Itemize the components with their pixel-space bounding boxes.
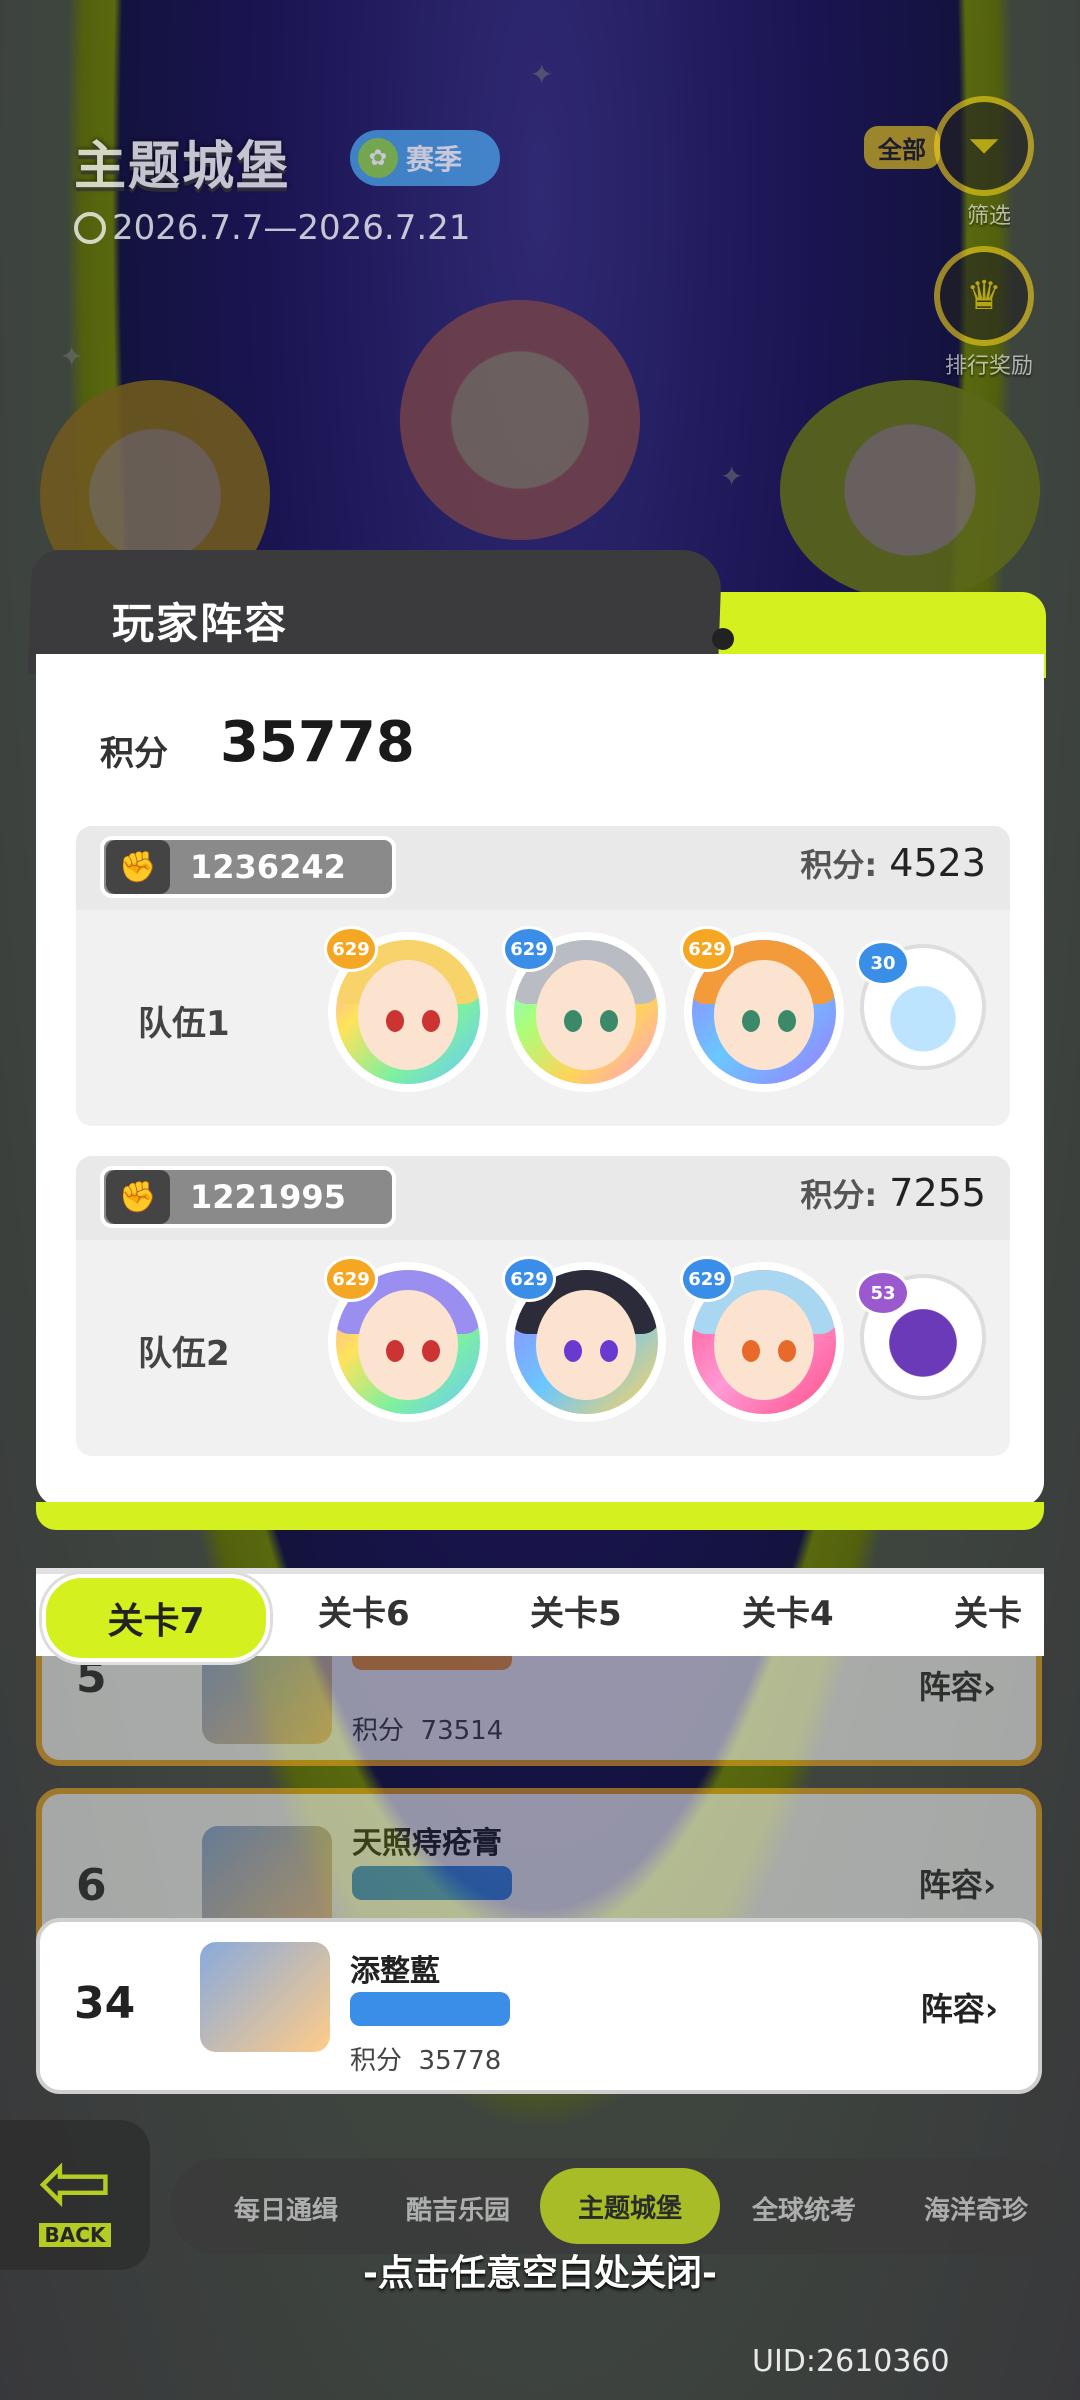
lineup-label: 阵容 [918, 1866, 983, 1904]
stage-tabs: 关卡7 关卡6 关卡5 关卡4 关卡 [36, 1568, 1044, 1662]
team-points-label: 积分: [800, 1176, 878, 1214]
page-title: 主题城堡 [74, 137, 291, 197]
back-arrow-icon: ⇦ [37, 2130, 113, 2235]
rank-reward-button[interactable]: ♛ [934, 246, 1034, 346]
hero-level-badge: 629 [324, 1256, 378, 1302]
close-hint: -点击任意空白处关闭- [363, 2253, 717, 2294]
rank-reward-label: 排行奖励 [944, 354, 1033, 379]
hero-level-badge: 629 [502, 926, 556, 972]
filter-tag[interactable]: 全部 [864, 126, 940, 169]
team-points: 积分: 4523 [800, 840, 986, 886]
nav-kuji-park[interactable]: 酷吉乐园 [406, 2190, 510, 2227]
row-score-value: 73514 [420, 1716, 504, 1746]
modal-title: 玩家阵容 [112, 599, 289, 648]
row-score-value: 35778 [418, 2046, 502, 2076]
season-icon: ✿ [358, 138, 398, 178]
lineup-link[interactable]: 阵容› [921, 1984, 998, 2030]
row-score: 积分 73514 [352, 1710, 503, 1747]
team-points: 积分: 7255 [800, 1170, 986, 1216]
hero-eye [778, 1340, 796, 1362]
fist-icon: ✊ [106, 840, 170, 894]
row-score-label: 积分 [352, 1716, 405, 1746]
rank-number: 34 [74, 1978, 136, 2029]
team-name: 队伍2 [138, 1334, 230, 1374]
bottom-nav: 每日通缉 酷吉乐园 主题城堡 全球统考 海洋奇珍 [170, 2158, 1070, 2254]
rank-number: 6 [76, 1860, 107, 1911]
row-score-label: 积分 [350, 2046, 403, 2076]
hero-eye [564, 1340, 582, 1362]
player-name: 天照痔疮膏 [352, 1826, 502, 1861]
hero-face [536, 1290, 636, 1400]
nav-theme-castle[interactable]: 主题城堡 [540, 2168, 720, 2244]
lineup-label: 阵容 [920, 1990, 985, 2028]
team-card: ✊ 1221995 积分: 7255 队伍2 629 629 629 53 [76, 1156, 1010, 1456]
user-id: UID:2610360 [752, 2344, 950, 2379]
hero-level-badge: 629 [680, 926, 734, 972]
hero-eye [742, 1340, 760, 1362]
hero-face [536, 960, 636, 1070]
hero-level-badge: 629 [502, 1256, 556, 1302]
player-title-badge [350, 1992, 510, 2026]
hero-level-badge: 629 [680, 1256, 734, 1302]
player-id-chip: ✊ 1221995 [100, 1166, 396, 1228]
tab-stage-6[interactable]: 关卡6 [318, 1586, 410, 1635]
season-badge: ✿ 赛季 [350, 130, 500, 186]
fist-icon: ✊ [106, 1170, 170, 1224]
hero-level-badge: 629 [324, 926, 378, 972]
hero-eye [422, 1340, 440, 1362]
team-card: ✊ 1236242 积分: 4523 队伍1 629 629 629 30 [76, 826, 1010, 1126]
hero-eye [564, 1010, 582, 1032]
nav-global-exam[interactable]: 全球统考 [752, 2190, 856, 2227]
player-avatar [200, 1942, 330, 2052]
tab-stage-5[interactable]: 关卡5 [530, 1586, 622, 1635]
drip-decoration [712, 628, 734, 650]
date-range: 2026.7.7—2026.7.21 [74, 208, 470, 248]
tab-stage-4[interactable]: 关卡4 [742, 1586, 834, 1635]
total-score-value: 35778 [220, 710, 415, 775]
team-points-label: 积分: [800, 846, 878, 884]
drip-decoration [670, 620, 710, 644]
player-id: 1236242 [190, 848, 346, 886]
my-ranking-row[interactable]: 34 添整藍 积分 35778 阵容› [36, 1918, 1042, 2094]
funnel-icon: ⏷ [968, 123, 1000, 169]
filter-button[interactable]: ⏷ [934, 96, 1034, 196]
lineup-link[interactable]: 阵容› [919, 1662, 996, 1708]
pet-level-badge: 53 [856, 1270, 910, 1316]
hero-eye [600, 1340, 618, 1362]
clock-icon [74, 212, 106, 244]
date-range-text: 2026.7.7—2026.7.21 [112, 208, 471, 248]
team-name: 队伍1 [138, 1004, 230, 1044]
hero-eye [778, 1010, 796, 1032]
hero-eye [422, 1010, 440, 1032]
tab-stage-7[interactable]: 关卡7 [42, 1574, 270, 1662]
pet-level-badge: 30 [856, 940, 910, 986]
top-right-buttons: ⏷ 筛选 ♛ 排行奖励 [934, 96, 1044, 396]
hero-face [714, 960, 814, 1070]
player-title-badge [352, 1866, 512, 1900]
hero-eye [386, 1010, 404, 1032]
player-name: 添整藍 [350, 1954, 440, 1989]
team-points-value: 7255 [889, 1171, 986, 1215]
hero-face [358, 1290, 458, 1400]
tab-stage-3[interactable]: 关卡 [954, 1586, 1022, 1635]
nav-ocean-treasure[interactable]: 海洋奇珍 [924, 2190, 1028, 2227]
hero-face [714, 1290, 814, 1400]
season-label: 赛季 [406, 143, 463, 176]
row-score: 积分 35778 [350, 2040, 501, 2077]
team-points-value: 4523 [889, 841, 986, 885]
hero-face [358, 960, 458, 1070]
hero-eye [600, 1010, 618, 1032]
nav-daily-wanted[interactable]: 每日通缉 [234, 2190, 338, 2227]
modal-bottom-accent [36, 1502, 1044, 1530]
filter-label: 筛选 [966, 204, 1011, 229]
total-score-label: 积分 [100, 734, 168, 774]
player-lineup-modal: 积分 35778 ✊ 1236242 积分: 4523 队伍1 629 629 [36, 654, 1044, 1506]
lineup-link[interactable]: 阵容› [919, 1860, 996, 1906]
player-id: 1221995 [190, 1178, 346, 1216]
trophy-icon: ♛ [966, 273, 1002, 319]
lineup-label: 阵容 [918, 1668, 983, 1706]
player-id-chip: ✊ 1236242 [100, 836, 396, 898]
hero-eye [386, 1340, 404, 1362]
hero-eye [742, 1010, 760, 1032]
